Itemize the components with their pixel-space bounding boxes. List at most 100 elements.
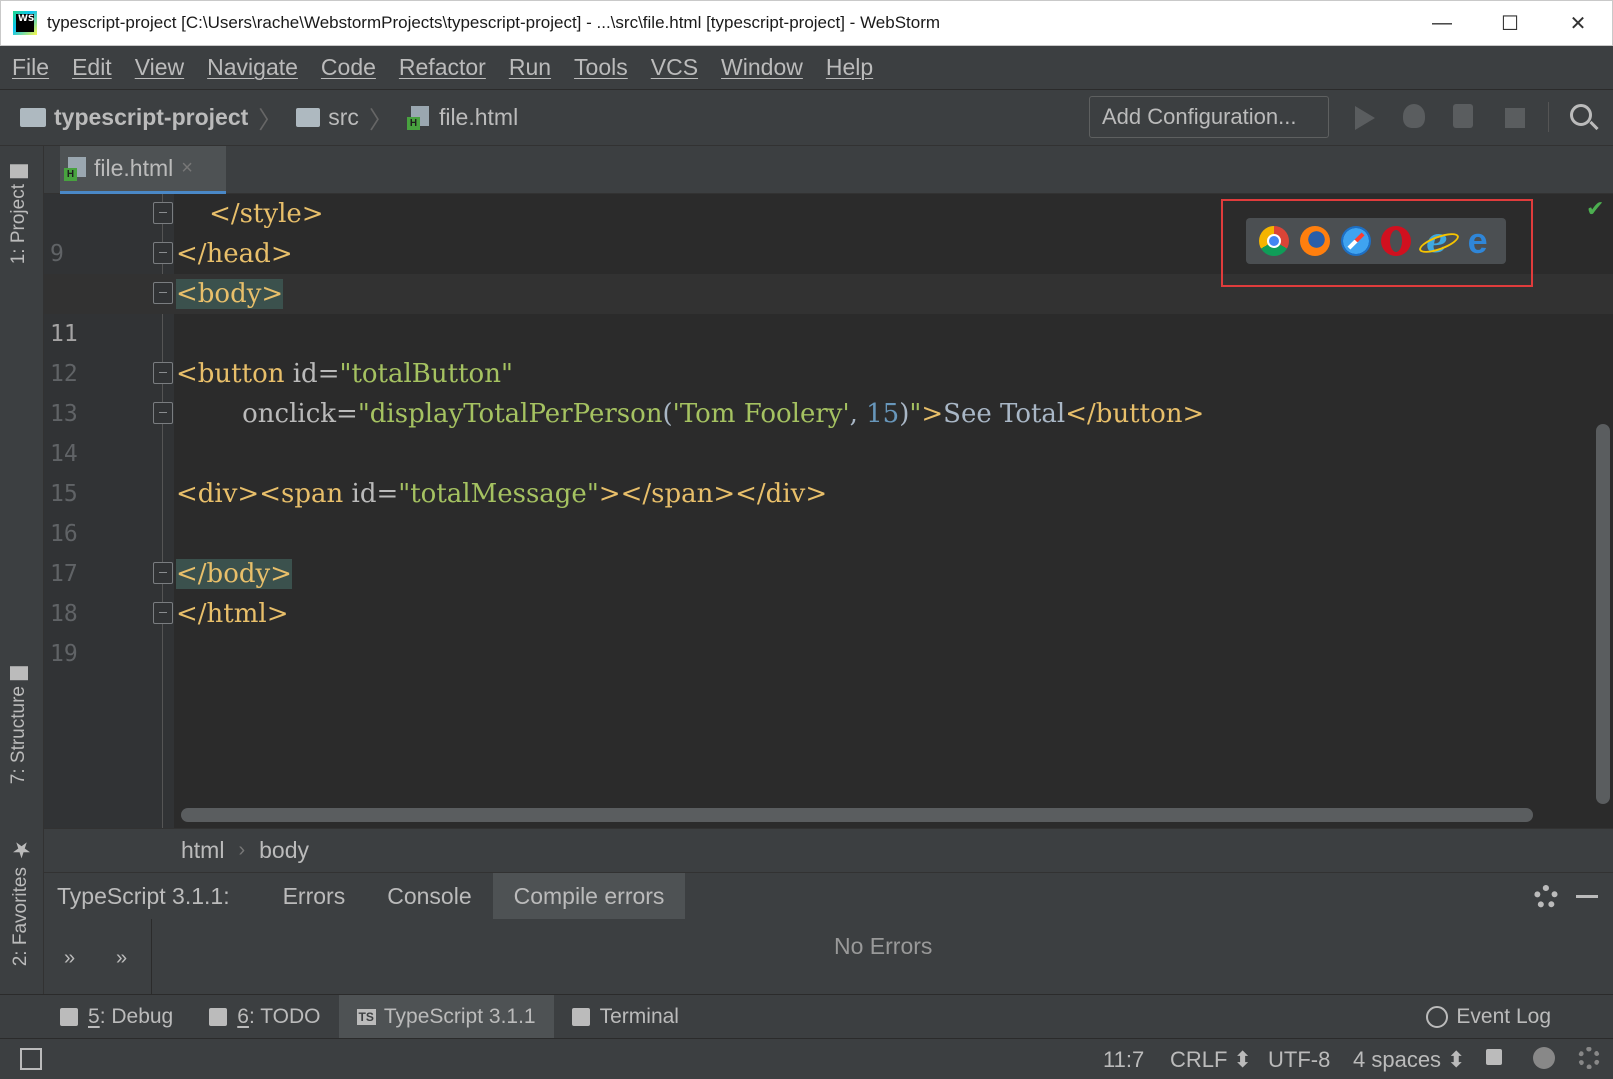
src-folder-icon — [296, 108, 321, 127]
code-line: 18 </body> — [50, 559, 292, 627]
tab-compile-errors[interactable]: Compile errors — [492, 873, 686, 919]
typescript-tool-window: TypeScript 3.1.1: Errors Console Compile… — [44, 872, 1613, 995]
code-line: 15 — [50, 481, 78, 507]
line-separator[interactable]: CRLF ⬍ — [1170, 1047, 1252, 1073]
title-bar: WS typescript-project [C:\Users\rache\We… — [0, 0, 1613, 46]
nav-separator: 〉 — [368, 107, 393, 134]
fold-marker-icon[interactable] — [153, 402, 173, 424]
tab-label: file.html — [94, 155, 174, 181]
menu-bar: File Edit View Navigate Code Refactor Ru… — [0, 46, 1613, 90]
file-encoding[interactable]: UTF-8 — [1268, 1047, 1330, 1073]
code-editor[interactable]: 9 </style> 10 </head> 11 <body> 12 13 <b… — [44, 194, 1613, 828]
fold-marker-icon[interactable] — [153, 362, 173, 384]
lock-icon[interactable] — [1486, 1049, 1502, 1065]
code-line: 17 — [50, 561, 78, 587]
toolbar-divider — [1548, 102, 1549, 132]
nav-file[interactable]: file.html — [439, 104, 518, 131]
gear-icon[interactable] — [1534, 885, 1558, 909]
folder-icon — [10, 164, 28, 178]
menu-window[interactable]: Window — [721, 54, 803, 81]
event-log-tab[interactable]: Event Log — [1426, 1005, 1551, 1029]
editor-breadcrumb: html › body — [44, 828, 1613, 872]
menu-help[interactable]: Help — [826, 54, 873, 81]
typescript-icon: TS — [356, 1008, 376, 1025]
debug-icon[interactable] — [1403, 104, 1425, 128]
menu-vcs[interactable]: VCS — [651, 54, 698, 81]
terminal-icon — [571, 1007, 590, 1026]
terminal-tool-tab[interactable]: Terminal — [554, 995, 697, 1039]
menu-view[interactable]: View — [135, 54, 184, 81]
ie-icon[interactable]: e — [1422, 224, 1452, 258]
menu-tools[interactable]: Tools — [574, 54, 628, 81]
bottom-tool-stripe: 5: Debug 6: TODO TS TypeScript 3.1.1 Ter… — [0, 994, 1613, 1039]
debug-tool-tab[interactable]: 5: Debug — [42, 995, 191, 1039]
tab-errors[interactable]: Errors — [262, 873, 367, 919]
chrome-icon[interactable] — [1259, 226, 1290, 256]
menu-refactor[interactable]: Refactor — [399, 54, 486, 81]
tab-close-icon[interactable]: × — [181, 157, 193, 180]
fold-marker-icon[interactable] — [153, 242, 173, 264]
add-configuration-button[interactable]: Add Configuration... — [1089, 96, 1329, 138]
search-icon[interactable] — [1570, 104, 1592, 126]
inspector-icon[interactable] — [1533, 1047, 1555, 1069]
code-line: 16 <div><span id="totalMessage"></span><… — [50, 479, 828, 547]
toggle-tool-windows-icon[interactable] — [20, 1048, 42, 1070]
code-line: 19 </html> — [50, 599, 289, 667]
event-log-icon — [1426, 1005, 1449, 1028]
caret-position[interactable]: 11:7 — [1103, 1047, 1144, 1073]
coverage-icon[interactable] — [1453, 104, 1473, 128]
html-file-icon: H — [64, 156, 88, 181]
open-in-browser-panel: e e — [1246, 218, 1506, 264]
stop-icon[interactable] — [1505, 108, 1525, 128]
todo-tool-tab[interactable]: 6: TODO — [191, 995, 338, 1039]
nav-separator: 〉 — [258, 107, 283, 134]
typescript-tool-tab[interactable]: TS TypeScript 3.1.1 — [338, 994, 554, 1039]
code-line: 12 — [50, 361, 78, 387]
fold-marker-icon[interactable] — [153, 602, 173, 624]
tab-console[interactable]: Console — [366, 873, 492, 919]
menu-code[interactable]: Code — [321, 54, 376, 81]
bug-icon — [60, 1007, 78, 1026]
vertical-scrollbar[interactable] — [1596, 424, 1610, 804]
nav-src[interactable]: src — [328, 104, 359, 131]
settings-icon[interactable] — [1578, 1047, 1600, 1069]
menu-navigate[interactable]: Navigate — [207, 54, 298, 81]
inspection-ok-icon[interactable]: ✔ — [1586, 196, 1604, 222]
star-icon: ★ — [8, 836, 33, 861]
firefox-icon[interactable] — [1299, 226, 1330, 256]
menu-file[interactable]: File — [12, 54, 49, 81]
favorites-tool-tab[interactable]: 2: Favorites ★ — [8, 836, 34, 966]
nav-project[interactable]: typescript-project — [54, 104, 248, 131]
menu-run[interactable]: Run — [509, 54, 551, 81]
close-button[interactable]: ✕ — [1544, 1, 1612, 45]
fold-marker-icon[interactable] — [153, 282, 173, 304]
crumb-body[interactable]: body — [259, 837, 309, 864]
list-icon — [209, 1007, 228, 1026]
maximize-button[interactable]: ☐ — [1476, 1, 1544, 45]
project-tool-tab[interactable]: 1: Project — [8, 164, 30, 264]
horizontal-scrollbar[interactable] — [181, 808, 1533, 822]
minimize-button[interactable]: — — [1408, 1, 1476, 45]
edge-icon[interactable]: e — [1463, 223, 1493, 259]
indent-setting[interactable]: 4 spaces ⬍ — [1353, 1047, 1466, 1073]
crumb-html[interactable]: html — [181, 837, 224, 864]
code-line: 13 <button id="totalButton" — [50, 359, 513, 427]
safari-icon[interactable] — [1340, 226, 1371, 256]
tab-file-html[interactable]: H file.html × — [60, 146, 226, 194]
ts-side-toolbar: » » — [44, 919, 152, 995]
webstorm-logo-icon: WS — [13, 11, 37, 35]
menu-edit[interactable]: Edit — [72, 54, 112, 81]
opera-icon[interactable] — [1381, 226, 1412, 256]
structure-tool-tab[interactable]: 7: Structure — [8, 666, 30, 784]
code-line: 14 onclick="displayTotalPerPerson('Tom F… — [50, 399, 1205, 467]
project-folder-icon — [20, 108, 46, 127]
hide-panel-icon[interactable] — [1576, 895, 1598, 898]
expand-icon[interactable]: » — [64, 947, 75, 970]
html-file-icon: H — [406, 105, 431, 130]
expand-icon[interactable]: » — [116, 947, 127, 970]
fold-marker-icon[interactable] — [153, 562, 173, 584]
navigation-bar: typescript-project 〉 src 〉 H file.html A… — [0, 90, 1613, 146]
fold-marker-icon[interactable] — [153, 202, 173, 224]
status-bar: 11:7 CRLF ⬍ UTF-8 4 spaces ⬍ — [0, 1038, 1613, 1079]
run-icon[interactable] — [1355, 106, 1375, 130]
